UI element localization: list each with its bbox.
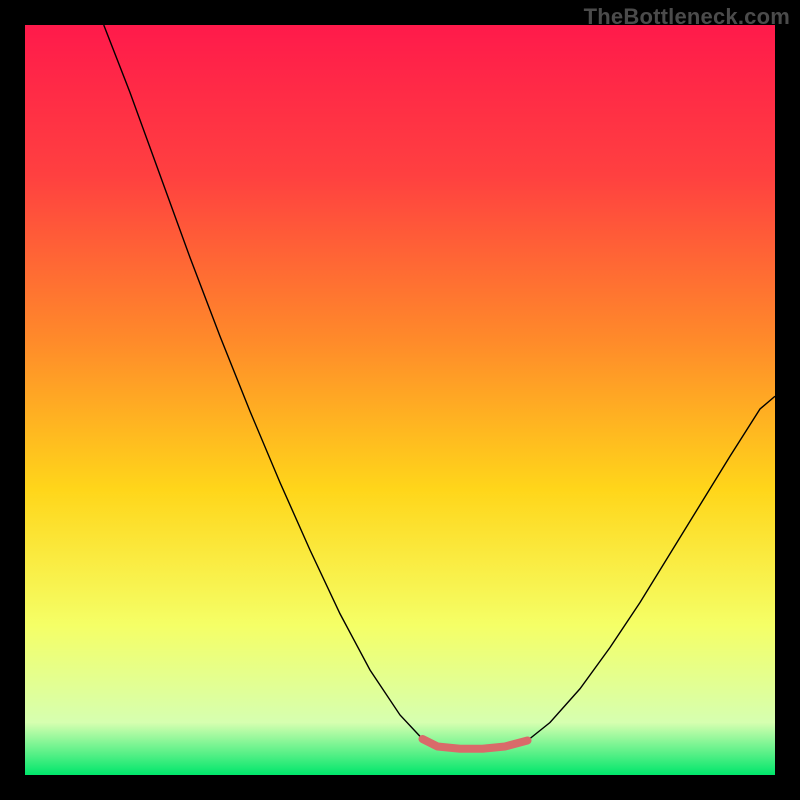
chart-frame: TheBottleneck.com	[0, 0, 800, 800]
bottleneck-chart	[25, 25, 775, 775]
plot-background	[25, 25, 775, 775]
